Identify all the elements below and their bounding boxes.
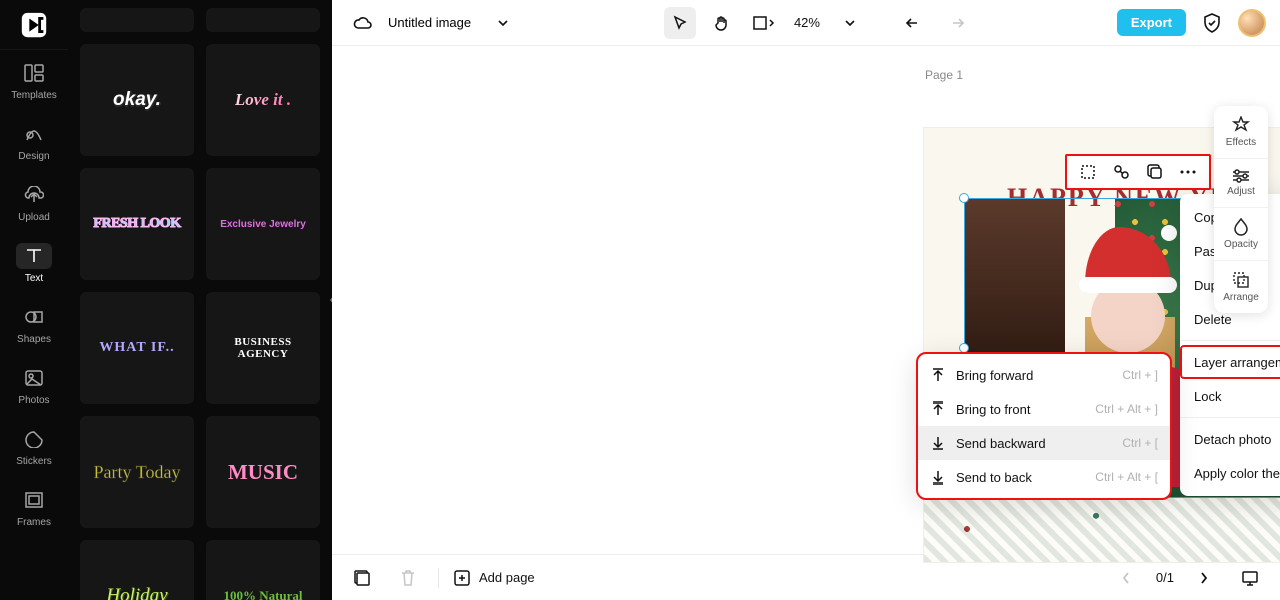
redo-icon[interactable] <box>940 7 972 39</box>
right-properties-rail: Effects Adjust Opacity Arrange <box>1214 106 1268 313</box>
menu-detach-photo[interactable]: Detach photo <box>1180 422 1280 456</box>
text-style-thumb[interactable]: Party Today <box>80 416 194 528</box>
text-style-thumb[interactable]: Love it . <box>206 44 320 156</box>
nav-rail: Templates Design Upload Text Shapes Phot… <box>0 0 68 600</box>
nav-photos[interactable]: Photos <box>0 355 68 416</box>
resize-handle[interactable] <box>959 343 969 353</box>
add-page-button[interactable]: Add page <box>453 569 535 587</box>
text-style-thumb[interactable]: MUSIC <box>206 416 320 528</box>
canvas-area[interactable]: Page 1 HAPPY NEW YEAR CopyCtrl + C <box>332 46 1280 554</box>
text-style-thumb[interactable]: WHAT IF.. <box>80 292 194 404</box>
copy-icon[interactable] <box>1144 161 1166 183</box>
layer-submenu: Bring forwardCtrl + ] Bring to frontCtrl… <box>918 354 1170 498</box>
selection-toolbar <box>1065 154 1211 190</box>
menu-layer-arrangement[interactable]: Layer arrangement <box>1180 345 1280 379</box>
hand-tool-icon[interactable] <box>706 7 738 39</box>
nav-stickers[interactable]: Stickers <box>0 416 68 477</box>
text-style-thumb[interactable] <box>80 8 194 32</box>
resize-handle[interactable] <box>959 193 969 203</box>
page-counter: 0/1 <box>1156 570 1174 585</box>
text-style-thumb[interactable]: 100% Natural <box>206 540 320 600</box>
shield-icon[interactable] <box>1196 7 1228 39</box>
main-area: Untitled image 42% Export Page 1 HAPPY N… <box>332 0 1280 600</box>
submenu-send-backward[interactable]: Send backwardCtrl + [ <box>918 426 1170 460</box>
app-logo[interactable] <box>0 0 68 50</box>
rail-adjust[interactable]: Adjust <box>1214 159 1268 208</box>
undo-icon[interactable] <box>898 7 930 39</box>
document-title[interactable]: Untitled image <box>388 15 471 30</box>
top-bar: Untitled image 42% Export <box>332 0 1280 46</box>
menu-apply-color-theme[interactable]: Apply color theme <box>1180 456 1280 490</box>
avatar[interactable] <box>1238 9 1266 37</box>
rail-opacity[interactable]: Opacity <box>1214 208 1268 261</box>
nav-templates[interactable]: Templates <box>0 50 68 111</box>
menu-lock[interactable]: Lock <box>1180 379 1280 413</box>
text-style-thumb[interactable] <box>206 8 320 32</box>
nav-frames[interactable]: Frames <box>0 477 68 538</box>
presentation-icon[interactable] <box>1234 562 1266 594</box>
submenu-bring-to-front[interactable]: Bring to frontCtrl + Alt + ] <box>918 392 1170 426</box>
next-page-icon[interactable] <box>1188 562 1220 594</box>
zoom-dropdown-icon[interactable] <box>834 7 866 39</box>
rail-arrange[interactable]: Arrange <box>1214 261 1268 313</box>
delete-page-icon[interactable] <box>392 562 424 594</box>
title-dropdown-icon[interactable] <box>487 7 519 39</box>
cloud-sync-icon[interactable] <box>346 7 378 39</box>
text-style-thumb[interactable]: Holiday <box>80 540 194 600</box>
submenu-bring-forward[interactable]: Bring forwardCtrl + ] <box>918 358 1170 392</box>
nav-design[interactable]: Design <box>0 111 68 172</box>
crop-dropdown-icon[interactable] <box>748 7 780 39</box>
nav-shapes[interactable]: Shapes <box>0 294 68 355</box>
nav-text[interactable]: Text <box>0 233 68 294</box>
text-styles-panel: okay. Love it . FRESH LOOK Exclusive Jew… <box>68 0 332 600</box>
pointer-tool-icon[interactable] <box>664 7 696 39</box>
crop-icon[interactable] <box>1077 161 1099 183</box>
page-label: Page 1 <box>925 68 963 82</box>
submenu-send-to-back[interactable]: Send to backCtrl + Alt + [ <box>918 460 1170 494</box>
pages-icon[interactable] <box>346 562 378 594</box>
more-icon[interactable] <box>1177 161 1199 183</box>
text-style-thumb[interactable]: FRESH LOOK <box>80 168 194 280</box>
export-button[interactable]: Export <box>1117 9 1186 36</box>
text-style-thumb[interactable]: Exclusive Jewelry <box>206 168 320 280</box>
nav-upload[interactable]: Upload <box>0 172 68 233</box>
zoom-level[interactable]: 42% <box>790 15 824 30</box>
magic-icon[interactable] <box>1110 161 1132 183</box>
prev-page-icon[interactable] <box>1110 562 1142 594</box>
rail-effects[interactable]: Effects <box>1214 106 1268 159</box>
text-style-thumb[interactable]: okay. <box>80 44 194 156</box>
text-style-thumb[interactable]: BUSINESS AGENCY <box>206 292 320 404</box>
canvas-pattern <box>924 496 1280 562</box>
